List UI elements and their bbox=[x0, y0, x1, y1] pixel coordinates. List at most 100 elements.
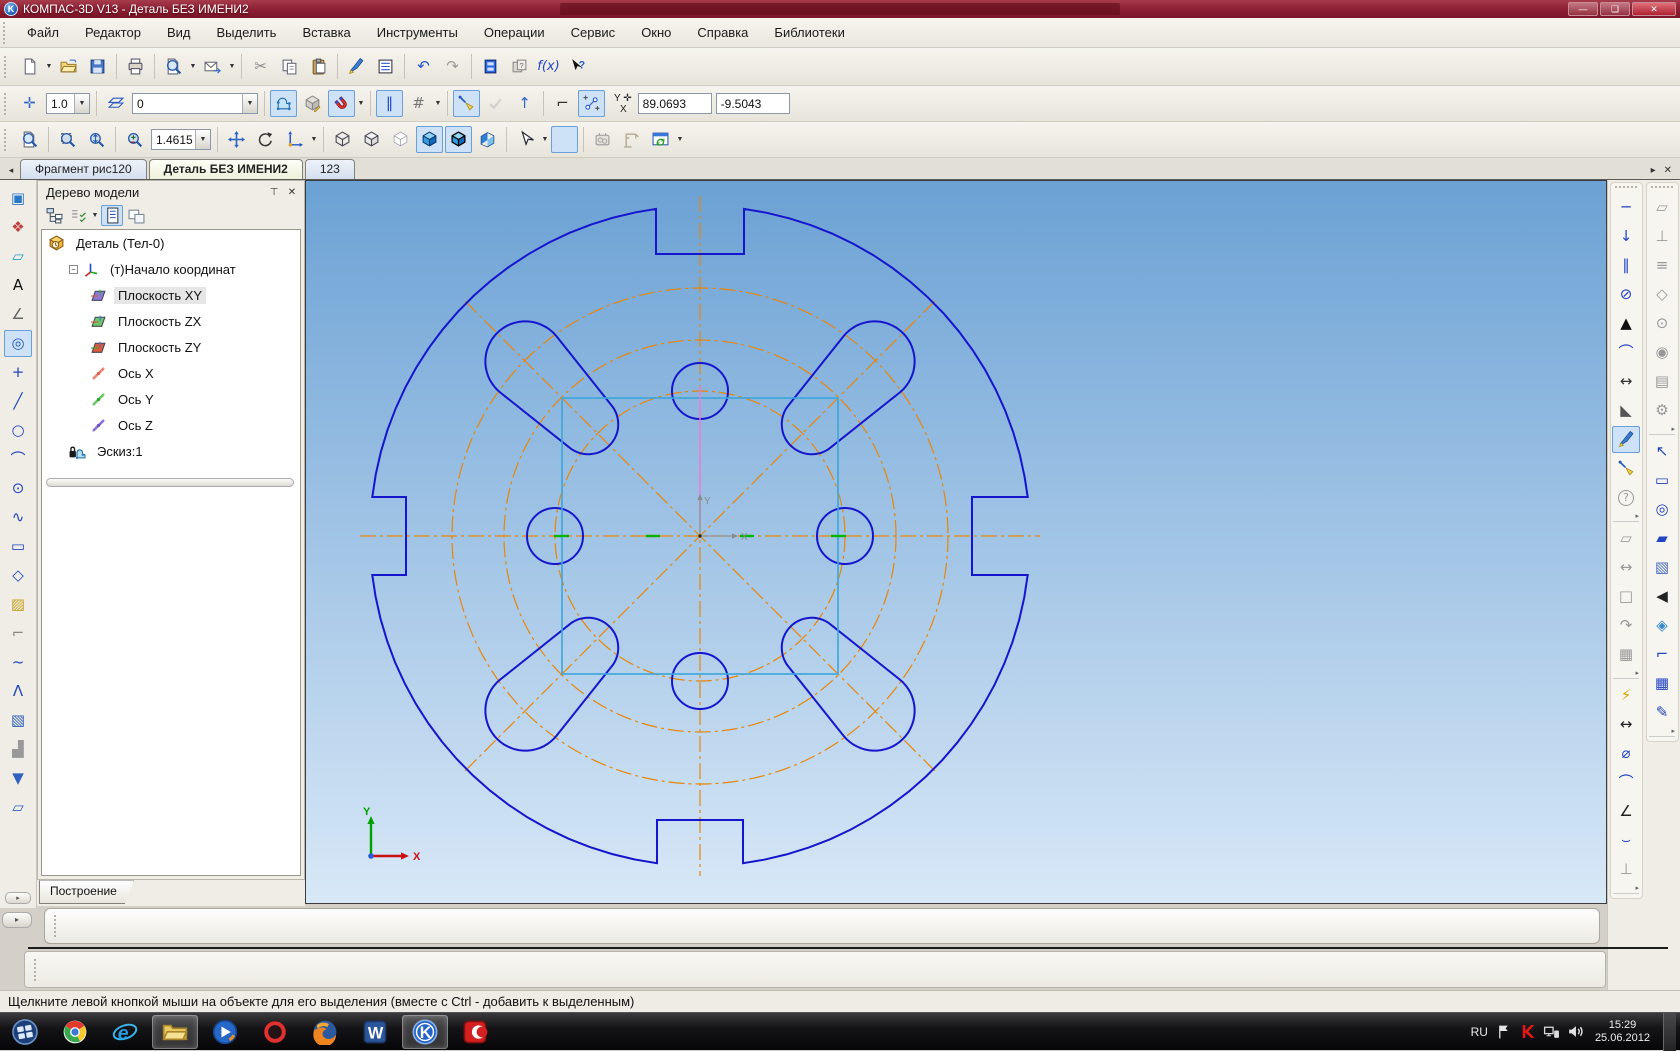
clock[interactable]: 15:29 25.06.2012 bbox=[1595, 1019, 1650, 1045]
edit-part-category[interactable]: ▣ bbox=[4, 185, 32, 212]
offset-plane-tool[interactable]: ▱ bbox=[1648, 194, 1676, 221]
imported-surface-tool[interactable]: ⚙ bbox=[1648, 397, 1676, 424]
aux-plane-tool[interactable]: ▱ bbox=[1612, 525, 1640, 552]
hatch-arrow-tool[interactable]: ▧ bbox=[1648, 554, 1676, 581]
spline-tool[interactable]: ~ bbox=[4, 649, 32, 676]
hidden-lines-view-button[interactable] bbox=[358, 126, 385, 153]
dropdown-arrow-icon[interactable]: ▼ bbox=[540, 126, 550, 153]
tangent-circle-tool[interactable]: ⊘ bbox=[1612, 281, 1640, 308]
linear-dimension-tool[interactable]: ↔ bbox=[1612, 711, 1640, 738]
layer-field[interactable]: 0 ▼ bbox=[132, 93, 258, 114]
extrusion-surface-tool[interactable]: ▤ bbox=[1648, 368, 1676, 395]
perspective-view-button[interactable] bbox=[474, 126, 501, 153]
tangent-arc-tool[interactable]: ⌒ bbox=[1612, 339, 1640, 366]
auxiliary-geometry-category[interactable]: ∠ bbox=[4, 301, 32, 328]
orient-button[interactable] bbox=[281, 126, 308, 153]
fx-button[interactable]: f(x) bbox=[535, 53, 562, 80]
hidden-thin-view-button[interactable] bbox=[387, 126, 414, 153]
measure-category[interactable]: ◎ bbox=[4, 330, 32, 357]
toolbar-handle[interactable] bbox=[1615, 186, 1637, 192]
sheet-down-tool[interactable]: ▼ bbox=[4, 765, 32, 792]
show-desktop-button[interactable] bbox=[1663, 1012, 1676, 1051]
restore-button[interactable]: ❏ bbox=[1600, 2, 1630, 16]
library-crane-button[interactable] bbox=[618, 126, 645, 153]
point-tool-3d[interactable]: ▲ bbox=[1612, 310, 1640, 337]
send-mail-button[interactable] bbox=[199, 53, 226, 80]
datum-tool[interactable]: ◈ bbox=[1648, 612, 1676, 639]
open-button[interactable] bbox=[55, 53, 82, 80]
arc-tool[interactable]: ⌒ bbox=[4, 446, 32, 473]
shaded-view-button[interactable] bbox=[416, 126, 443, 153]
document-tab-3[interactable]: 123 bbox=[304, 159, 355, 179]
zoom-fit-button[interactable] bbox=[83, 126, 110, 153]
leader-tool[interactable]: ↖ bbox=[1648, 438, 1676, 465]
dropdown-arrow-icon[interactable]: ▼ bbox=[433, 90, 443, 117]
dropdown-arrow-icon[interactable]: ▼ bbox=[309, 126, 319, 153]
parallel-line-tool[interactable]: ∥ bbox=[1612, 252, 1640, 279]
tab-close-icon[interactable]: ✕ bbox=[1664, 165, 1672, 176]
angle-dimension-tool[interactable]: ∠ bbox=[1612, 798, 1640, 825]
callout-tool[interactable]: ▭ bbox=[1648, 467, 1676, 494]
pan-button[interactable] bbox=[223, 126, 250, 153]
layer-field-dropdown-icon[interactable]: ▼ bbox=[242, 94, 257, 113]
zoom-selected-button[interactable] bbox=[16, 126, 43, 153]
document-tab-1[interactable]: Фрагмент рис120 bbox=[20, 159, 147, 179]
wireframe-view-button[interactable] bbox=[329, 126, 356, 153]
oriented-view-button[interactable] bbox=[551, 126, 578, 153]
cut-button[interactable]: ✂ bbox=[247, 53, 274, 80]
dropdown-arrow-icon[interactable]: ▼ bbox=[227, 53, 237, 80]
tree-item[interactable]: Деталь (Тел-0) bbox=[42, 230, 300, 256]
menu-8[interactable]: Сервис bbox=[558, 20, 629, 45]
tree-item[interactable]: Плоскость ZX bbox=[42, 308, 300, 334]
redo-button[interactable]: ↷ bbox=[439, 53, 466, 80]
toolbar-handle[interactable] bbox=[4, 92, 10, 115]
toolbar-expand-icon[interactable]: ▸ bbox=[1613, 512, 1639, 522]
perpendicular-plane-tool[interactable]: ⊥ bbox=[1648, 223, 1676, 250]
spatial-curves-category[interactable]: ❖ bbox=[4, 214, 32, 241]
title-bar[interactable]: K КОМПАС-3D V13 - Деталь БЕЗ ИМЕНИ2 — ❏ ✕ bbox=[0, 0, 1680, 18]
revolution-surface-tool[interactable]: ◉ bbox=[1648, 339, 1676, 366]
roughness-tool[interactable]: ⌐ bbox=[1648, 641, 1676, 668]
menu-3[interactable]: Вид bbox=[154, 20, 204, 45]
dropdown-arrow-icon[interactable]: ▼ bbox=[188, 53, 198, 80]
diameter-dimension-tool[interactable]: ⌀ bbox=[1612, 740, 1640, 767]
layers-button[interactable] bbox=[102, 90, 129, 117]
coordinate-x-field[interactable]: -9.5043 bbox=[715, 93, 790, 114]
sketch-mode-button[interactable] bbox=[270, 90, 297, 117]
midplane-tool[interactable]: ≡ bbox=[1648, 252, 1676, 279]
point-tool[interactable]: + bbox=[4, 359, 32, 386]
taskbar-explorer[interactable] bbox=[152, 1014, 198, 1049]
menu-10[interactable]: Справка bbox=[684, 20, 761, 45]
refresh-window-button[interactable] bbox=[647, 126, 674, 153]
tree-item[interactable]: Эскиз:1 bbox=[42, 438, 300, 464]
tolerance-frame-tool[interactable]: ▦ bbox=[1648, 670, 1676, 697]
view-arrow-tool[interactable]: ◀ bbox=[1648, 583, 1676, 610]
drawing-canvas[interactable]: Y X Y X bbox=[305, 180, 1607, 904]
rebuild-button[interactable] bbox=[589, 126, 616, 153]
object-info-tool[interactable]: ? bbox=[1612, 484, 1640, 511]
canvas-background[interactable] bbox=[306, 181, 1606, 903]
toolbar-handle[interactable] bbox=[1651, 186, 1673, 192]
3d-operation-button[interactable] bbox=[299, 90, 326, 117]
taskbar-kompas[interactable]: K bbox=[402, 1014, 448, 1049]
radius-dimension-tool[interactable]: ⌒ bbox=[1612, 769, 1640, 796]
tray-network-icon[interactable] bbox=[1543, 1023, 1560, 1040]
print-button[interactable] bbox=[122, 53, 149, 80]
tree-item[interactable]: Ось X bbox=[42, 360, 300, 386]
step-field[interactable]: 1.0 ▼ bbox=[46, 93, 90, 114]
menu-7[interactable]: Операции bbox=[471, 20, 558, 45]
component-tool[interactable]: □ bbox=[1612, 583, 1640, 610]
tree-item[interactable]: − (т)Начало координат bbox=[42, 256, 300, 282]
tab-construction[interactable]: Построение bbox=[39, 880, 134, 904]
save-button[interactable] bbox=[84, 53, 111, 80]
tree-relations-button[interactable] bbox=[67, 205, 89, 226]
hatch-tool[interactable]: ▧ bbox=[4, 707, 32, 734]
language-indicator[interactable]: RU bbox=[1471, 1025, 1488, 1039]
circle-tool[interactable]: ○ bbox=[4, 417, 32, 444]
auto-dimension-3d-tool[interactable]: ⚡ bbox=[1612, 682, 1640, 709]
toolbar-expand-icon[interactable]: ▸ bbox=[1613, 884, 1639, 894]
taskbar-word[interactable]: W bbox=[352, 1015, 398, 1049]
library-manager-button[interactable]: ? bbox=[506, 53, 533, 80]
start-button[interactable] bbox=[2, 1015, 48, 1049]
rotate-component-tool[interactable]: ↷ bbox=[1612, 612, 1640, 639]
